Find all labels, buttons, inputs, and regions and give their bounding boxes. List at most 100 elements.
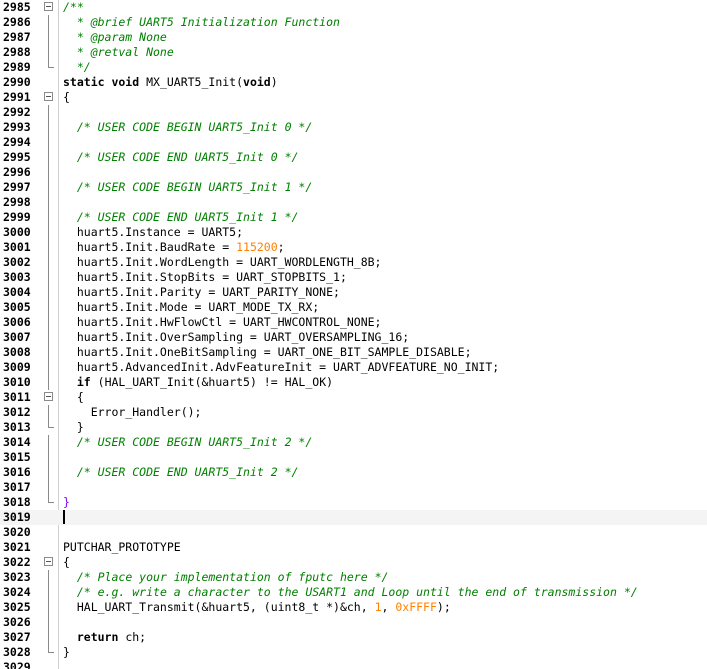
code-text[interactable]: /* USER CODE BEGIN UART5_Init 1 */ [63, 180, 312, 195]
code-line[interactable]: 3000 huart5.Instance = UART5; [0, 225, 707, 240]
code-text[interactable] [63, 510, 65, 525]
fold-toggle-icon[interactable] [44, 2, 53, 11]
code-line[interactable]: 2988 * @retval None [0, 45, 707, 60]
code-lines[interactable]: 2985/** 2986 * @brief UART5 Initializatio… [0, 0, 707, 669]
code-text[interactable]: /* USER CODE END UART5_Init 1 */ [63, 210, 299, 225]
code-comment: * @brief UART5 Initialization Function [63, 15, 340, 29]
code-line[interactable]: 3016 /* USER CODE END UART5_Init 2 */ [0, 465, 707, 480]
code-line[interactable]: 2995 /* USER CODE END UART5_Init 0 */ [0, 150, 707, 165]
code-line[interactable]: 3011 { [0, 390, 707, 405]
line-number: 3021 [3, 540, 31, 554]
fold-guide [48, 300, 49, 315]
code-line[interactable]: 3019 [0, 510, 707, 525]
code-text[interactable]: /* USER CODE BEGIN UART5_Init 2 */ [63, 435, 312, 450]
code-line[interactable]: 3025 HAL_UART_Transmit(&huart5, (uint8_t… [0, 600, 707, 615]
fold-end-marker [48, 652, 54, 653]
code-text[interactable]: huart5.Init.StopBits = UART_STOPBITS_1; [63, 270, 347, 285]
code-text[interactable]: * @brief UART5 Initialization Function [63, 15, 340, 30]
code-line[interactable]: 2989 */ [0, 60, 707, 75]
fold-guide [48, 165, 49, 180]
code-text[interactable]: { [63, 390, 84, 405]
code-line[interactable]: 3024 /* e.g. write a character to the US… [0, 585, 707, 600]
code-line[interactable]: 2994 [0, 135, 707, 150]
code-line[interactable]: 2993 /* USER CODE BEGIN UART5_Init 0 */ [0, 120, 707, 135]
code-text[interactable]: huart5.Init.Mode = UART_MODE_TX_RX; [63, 300, 319, 315]
fold-toggle-icon[interactable] [44, 92, 53, 101]
code-line[interactable]: 3022 { [0, 555, 707, 570]
code-line[interactable]: 3012 Error_Handler(); [0, 405, 707, 420]
code-line[interactable]: 3001 huart5.Init.BaudRate = 115200; [0, 240, 707, 255]
code-line[interactable]: 3020 [0, 525, 707, 540]
code-text[interactable]: * @retval None [63, 45, 174, 60]
code-line[interactable]: 2996 [0, 165, 707, 180]
code-text[interactable]: /* USER CODE END UART5_Init 0 */ [63, 150, 299, 165]
code-line[interactable]: 3014 /* USER CODE BEGIN UART5_Init 2 */ [0, 435, 707, 450]
code-text[interactable]: } [63, 645, 70, 660]
code-text[interactable]: huart5.Init.Parity = UART_PARITY_NONE; [63, 285, 340, 300]
code-text[interactable]: /* Place your implementation of fputc he… [63, 570, 389, 585]
fold-toggle-icon[interactable] [44, 392, 53, 401]
code-comment: /** [63, 0, 84, 14]
code-line[interactable]: 2997 /* USER CODE BEGIN UART5_Init 1 */ [0, 180, 707, 195]
code-line[interactable]: 3017 [0, 480, 707, 495]
code-text[interactable]: huart5.Init.OneBitSampling = UART_ONE_BI… [63, 345, 472, 360]
code-text[interactable]: HAL_UART_Transmit(&huart5, (uint8_t *)&c… [63, 600, 451, 615]
code-line[interactable]: 3021 PUTCHAR_PROTOTYPE [0, 540, 707, 555]
code-text[interactable]: huart5.Instance = UART5; [63, 225, 243, 240]
code-line[interactable]: 3009 huart5.AdvancedInit.AdvFeatureInit … [0, 360, 707, 375]
code-line[interactable]: 3007 huart5.Init.OverSampling = UART_OVE… [0, 330, 707, 345]
code-text[interactable]: huart5.AdvancedInit.AdvFeatureInit = UAR… [63, 360, 499, 375]
code-line[interactable]: 3028} [0, 645, 707, 660]
code-line[interactable]: 2986 * @brief UART5 Initialization Funct… [0, 15, 707, 30]
fold-toggle-icon[interactable] [44, 557, 53, 566]
code-text[interactable]: if (HAL_UART_Init(&huart5) != HAL_OK) [63, 375, 333, 390]
code-line[interactable]: 3013 } [0, 420, 707, 435]
code-line[interactable]: 3026 [0, 615, 707, 630]
code-line[interactable]: 3023 /* Place your implementation of fpu… [0, 570, 707, 585]
code-line[interactable]: 3018} [0, 495, 707, 510]
code-line[interactable]: 3002 huart5.Init.WordLength = UART_WORDL… [0, 255, 707, 270]
code-line[interactable]: 2998 [0, 195, 707, 210]
code-line[interactable]: 3029 [0, 660, 707, 669]
code-line[interactable]: 3003 huart5.Init.StopBits = UART_STOPBIT… [0, 270, 707, 285]
code-line[interactable]: 3027 return ch; [0, 630, 707, 645]
code-line[interactable]: 3004 huart5.Init.Parity = UART_PARITY_NO… [0, 285, 707, 300]
code-text[interactable]: /* USER CODE BEGIN UART5_Init 0 */ [63, 120, 312, 135]
code-line[interactable]: 2992 [0, 105, 707, 120]
code-text[interactable]: * @param None [63, 30, 167, 45]
fold-guide [48, 270, 49, 285]
code-text[interactable]: } [63, 495, 70, 510]
code-line[interactable]: 2987 * @param None [0, 30, 707, 45]
code-text[interactable]: return ch; [63, 630, 146, 645]
code-text[interactable]: /** [63, 0, 84, 15]
code-line[interactable]: 2985 /** [0, 0, 707, 15]
code-text[interactable]: { [63, 555, 70, 570]
code-text[interactable]: PUTCHAR_PROTOTYPE [63, 540, 181, 555]
code-text[interactable]: static void MX_UART5_Init(void) [63, 75, 278, 90]
code-line[interactable]: 3005 huart5.Init.Mode = UART_MODE_TX_RX; [0, 300, 707, 315]
code-line[interactable]: 2990 static void MX_UART5_Init(void) [0, 75, 707, 90]
code-line[interactable]: 3006 huart5.Init.HwFlowCtl = UART_HWCONT… [0, 315, 707, 330]
code-line[interactable]: 2999 /* USER CODE END UART5_Init 1 */ [0, 210, 707, 225]
code-editor[interactable]: 2985/** 2986 * @brief UART5 Initializatio… [0, 0, 707, 669]
code-text[interactable]: /* USER CODE END UART5_Init 2 */ [63, 465, 299, 480]
code-text[interactable]: /* e.g. write a character to the USART1 … [63, 585, 638, 600]
code-text[interactable]: } [63, 420, 84, 435]
code-line[interactable]: 3015 [0, 450, 707, 465]
code-text[interactable]: */ [63, 60, 91, 75]
code-text[interactable]: Error_Handler(); [63, 405, 202, 420]
line-number: 3002 [3, 255, 31, 269]
code-text[interactable]: huart5.Init.OverSampling = UART_OVERSAMP… [63, 330, 409, 345]
code-text[interactable]: huart5.Init.HwFlowCtl = UART_HWCONTROL_N… [63, 315, 382, 330]
code-text[interactable]: huart5.Init.BaudRate = 115200; [63, 240, 285, 255]
code-text[interactable]: huart5.Init.WordLength = UART_WORDLENGTH… [63, 255, 382, 270]
line-number: 2987 [3, 30, 31, 44]
fold-guide [48, 240, 49, 255]
line-number: 3026 [3, 615, 31, 629]
code-line[interactable]: 3010 if (HAL_UART_Init(&huart5) != HAL_O… [0, 375, 707, 390]
code-text[interactable]: { [63, 90, 70, 105]
code-line[interactable]: 2991 { [0, 90, 707, 105]
code-line[interactable]: 3008 huart5.Init.OneBitSampling = UART_O… [0, 345, 707, 360]
